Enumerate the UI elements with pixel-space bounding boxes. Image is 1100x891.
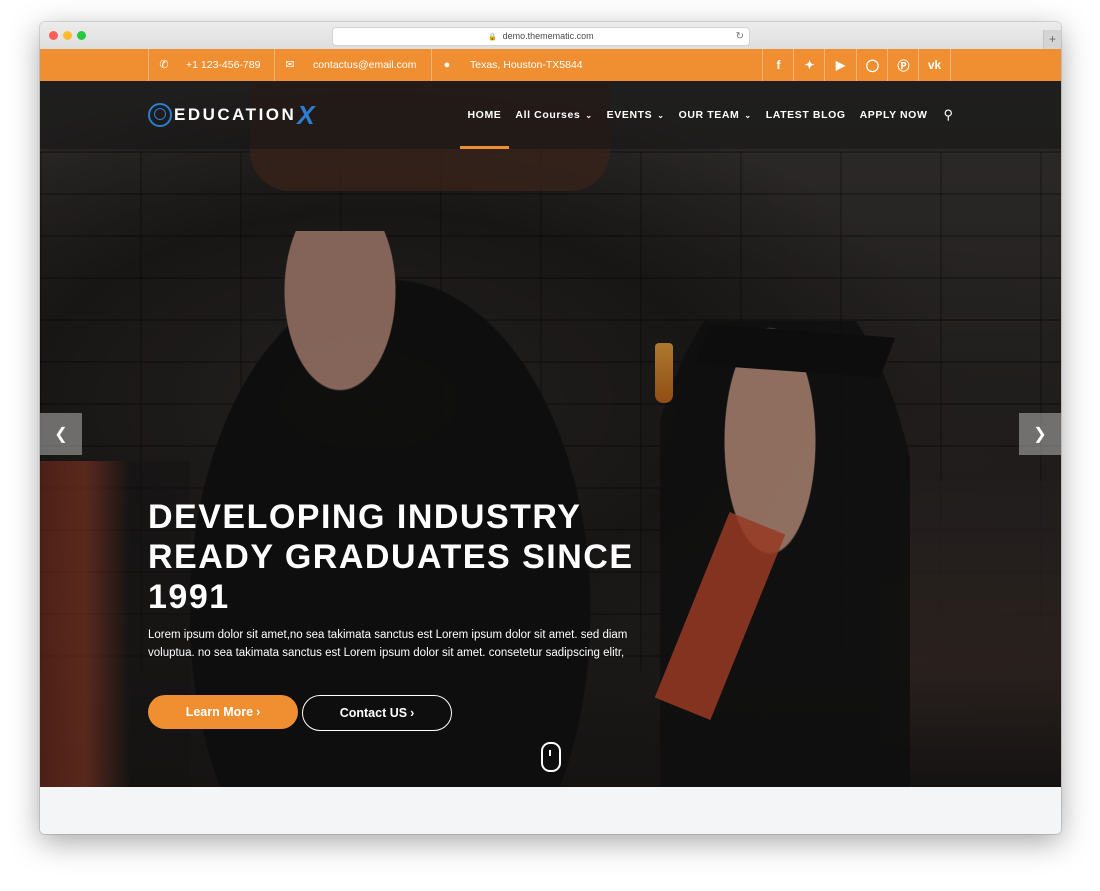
logo-text: EDUCATION xyxy=(174,105,297,124)
url-text: demo.themematic.com xyxy=(502,31,594,41)
reload-icon[interactable]: ↻ xyxy=(736,28,744,45)
nav-item-latest-blog[interactable]: LATEST BLOG xyxy=(766,81,846,149)
nav-label: All Courses xyxy=(515,109,581,121)
envelope-icon: ✉ xyxy=(274,49,305,81)
search-icon[interactable]: ⚲ xyxy=(943,107,953,123)
chevron-down-icon: ⌄ xyxy=(744,110,752,120)
instagram-icon[interactable]: ◯ xyxy=(856,49,888,81)
logo-accent: X xyxy=(297,99,315,130)
email-address[interactable]: contactus@email.com xyxy=(313,49,416,81)
slider-next-button[interactable]: ❯ xyxy=(1019,413,1061,455)
chevron-right-icon: › xyxy=(410,706,415,720)
nav-label: OUR TEAM xyxy=(678,109,740,121)
facebook-icon[interactable]: f xyxy=(762,49,794,81)
hero-headline: DEVELOPING INDUSTRY READY GRADUATES SINC… xyxy=(148,498,634,616)
chevron-down-icon: ⌄ xyxy=(657,110,665,120)
browser-chrome: 🔒 demo.themematic.com ↻ + xyxy=(40,22,1061,50)
nav-item-events[interactable]: EVENTS ⌄ xyxy=(607,81,665,149)
nav-label: HOME xyxy=(467,109,502,121)
map-pin-icon: ● xyxy=(431,49,462,81)
vk-icon[interactable]: vk xyxy=(918,49,951,81)
nav-item-home[interactable]: HOME xyxy=(459,81,510,149)
phone-icon: ✆ xyxy=(148,49,179,81)
scroll-down-indicator[interactable] xyxy=(541,742,561,772)
youtube-icon[interactable]: ▶ xyxy=(824,49,856,81)
address-bar[interactable]: 🔒 demo.themematic.com ↻ xyxy=(332,27,750,46)
page-below-hero xyxy=(40,787,1061,834)
address-text: Texas, Houston-TX5844 xyxy=(470,59,583,71)
contact-topbar: ✆ +1 123-456-789 ✉ contactus@email.com ●… xyxy=(40,49,1061,81)
nav-item-our-team[interactable]: OUR TEAM ⌄ xyxy=(679,81,752,149)
nav-label: LATEST BLOG xyxy=(765,109,846,121)
main-menu: HOME All Courses ⌄ EVENTS ⌄ OUR TEAM ⌄ L… xyxy=(454,81,1062,149)
globe-icon xyxy=(148,103,172,127)
contact-us-label: Contact US xyxy=(339,706,408,720)
chevron-right-icon: › xyxy=(256,705,261,719)
nav-item-apply-now[interactable]: APPLY NOW xyxy=(860,81,928,149)
chevron-right-icon: ❯ xyxy=(1033,426,1047,443)
new-tab-button[interactable]: + xyxy=(1043,30,1061,49)
hero-description: Lorem ipsum dolor sit amet,no sea takima… xyxy=(148,629,628,659)
phone-number[interactable]: +1 123-456-789 xyxy=(186,49,260,81)
hero-slider xyxy=(40,81,1061,787)
chevron-left-icon: ❮ xyxy=(54,426,68,443)
zoom-window-button[interactable] xyxy=(77,31,86,40)
site-logo[interactable]: EDUCATION X xyxy=(148,99,315,131)
pinterest-icon[interactable]: Ⓟ xyxy=(887,49,919,81)
lock-icon: 🔒 xyxy=(488,34,498,41)
contact-us-button[interactable]: Contact US › xyxy=(302,695,452,731)
nav-item-all-courses[interactable]: All Courses ⌄ xyxy=(515,81,592,149)
browser-window: 🔒 demo.themematic.com ↻ + ✆ +1 123-456-7… xyxy=(40,22,1061,834)
main-navbar: EDUCATION X HOME All Courses ⌄ EVENTS ⌄ … xyxy=(40,81,1061,149)
nav-label: APPLY NOW xyxy=(859,109,928,121)
close-window-button[interactable] xyxy=(49,31,58,40)
nav-label: EVENTS xyxy=(606,109,653,121)
chevron-down-icon: ⌄ xyxy=(585,110,593,120)
hero-overlay xyxy=(40,81,1061,787)
learn-more-label: Learn More xyxy=(185,705,254,719)
slider-prev-button[interactable]: ❮ xyxy=(40,413,82,455)
learn-more-button[interactable]: Learn More › xyxy=(148,695,298,729)
twitter-icon[interactable]: ✦ xyxy=(793,49,825,81)
minimize-window-button[interactable] xyxy=(63,31,72,40)
